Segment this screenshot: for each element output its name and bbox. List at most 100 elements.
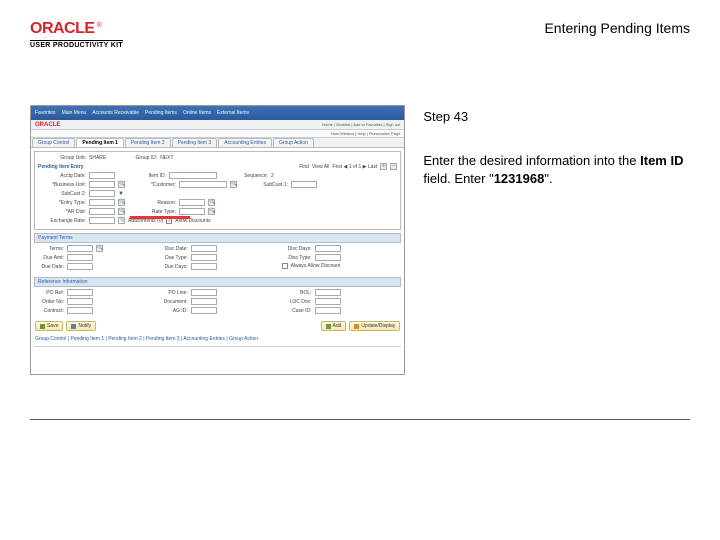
- save-button: Save: [35, 321, 63, 331]
- inp: [67, 245, 93, 252]
- content-area: Favorites Main Menu Accounts Receivable …: [0, 55, 720, 375]
- text-prefix: Enter the desired information into the: [423, 153, 640, 168]
- inp-entry-type: [89, 199, 115, 206]
- oracle-logo: ORACLE ®: [30, 20, 102, 38]
- inp: [191, 289, 217, 296]
- lookup-icon: 🔍: [118, 208, 125, 215]
- lbl-sequence: Sequence:: [220, 173, 268, 179]
- tab-accounting-entries: Accounting Entries: [218, 138, 272, 147]
- val-sequence: 2: [271, 173, 274, 179]
- find-link: Find: [299, 164, 309, 170]
- lbl-caseid: Case ID:: [282, 308, 312, 314]
- app-tabs: Group Control Pending Item 1 Pending Ite…: [31, 138, 404, 148]
- lbl-item-id: Item ID:: [118, 173, 166, 179]
- inp: [67, 263, 93, 270]
- checkbox-icon: [282, 263, 288, 269]
- footer-links: Group Control | Pending Item 1 | Pending…: [31, 334, 404, 344]
- lbl-due-amt: Due Amt:: [34, 255, 64, 261]
- inp-bu: [89, 181, 115, 188]
- inp: [67, 254, 93, 261]
- inp-reason: [179, 199, 205, 206]
- nav-ar: Accounts Receivable: [92, 110, 139, 116]
- lbl-due-days: Due Days:: [158, 264, 188, 270]
- lbl-doc: Document:: [158, 299, 188, 305]
- lbl-poref: PO Ref:: [34, 290, 64, 296]
- lbl-exch-rate: Exchange Rate:: [38, 218, 86, 224]
- lbl-agid: AG ID:: [158, 308, 188, 314]
- entry-title: Pending Item Entry: [38, 164, 84, 170]
- inp-exch-rate: [89, 217, 115, 224]
- lbl-bu: *Business Unit:: [38, 182, 86, 188]
- nav-main: Main Menu: [62, 110, 87, 116]
- step-number: Step 43: [423, 109, 690, 124]
- field-highlight: [130, 216, 190, 219]
- val-group-id: NEXT: [160, 155, 173, 161]
- attach-icon: 📎: [118, 217, 125, 224]
- inp: [315, 254, 341, 261]
- lbl-entry-type: *Entry Type:: [38, 200, 86, 206]
- lbl-rate-type: Rate Type:: [128, 209, 176, 215]
- lbl-terms: Terms:: [34, 246, 64, 252]
- pending-item-section: Group Unit: SHARE Group ID: NEXT Pending…: [34, 151, 401, 230]
- lookup-icon: 🔍: [208, 208, 215, 215]
- lookup-icon: 🔍: [118, 181, 125, 188]
- update-icon: [354, 324, 359, 329]
- payment-terms-body: Terms: 🔍 Due Amt: Due Date: Disc Date: Du…: [31, 243, 404, 274]
- add-icon: [326, 324, 331, 329]
- add-label: Add: [333, 323, 342, 329]
- lbl-due-date: Due Date:: [34, 264, 64, 270]
- inp: [67, 298, 93, 305]
- lbl-acctg-date: Acctg Date:: [38, 173, 86, 179]
- lbl-bol: BOL:: [282, 290, 312, 296]
- inp-rate-type: [179, 208, 205, 215]
- inp: [67, 289, 93, 296]
- inp: [191, 245, 217, 252]
- step-instruction: Enter the desired information into the I…: [423, 152, 690, 187]
- registered-mark: ®: [97, 22, 102, 29]
- lookup-icon: 🔍: [230, 181, 237, 188]
- field-value: 1231968: [494, 171, 545, 186]
- inp-subcust1: [291, 181, 317, 188]
- inp: [191, 263, 217, 270]
- save-icon: [40, 324, 45, 329]
- lbl-contract: Contract:: [34, 308, 64, 314]
- notify-label: Notify: [78, 323, 91, 329]
- lbl-group-unit: Group Unit:: [38, 155, 86, 161]
- lbl-order: Order No:: [34, 299, 64, 305]
- inp-acctg-date: [89, 172, 115, 179]
- tab-group-control: Group Control: [32, 138, 75, 147]
- lbl-disc-type: Disc Type:: [282, 255, 312, 261]
- inp-ardist: [89, 208, 115, 215]
- lbl-subcust1: SubCust 1:: [240, 182, 288, 188]
- lbl-disc-date: Disc Date:: [158, 246, 188, 252]
- inp: [191, 298, 217, 305]
- lbl-reason: Reason:: [128, 200, 176, 206]
- brand-block: ORACLE ® USER PRODUCTIVITY KIT: [30, 20, 123, 49]
- add-button: Add: [321, 321, 347, 331]
- application-screenshot: Favorites Main Menu Accounts Receivable …: [30, 105, 405, 375]
- val-group-unit: SHARE: [89, 155, 106, 161]
- mini-oracle-logo: ORACLE: [35, 122, 60, 128]
- inp: [315, 298, 341, 305]
- inp: [315, 307, 341, 314]
- lookup-icon: 🔍: [96, 245, 103, 252]
- notify-icon: [71, 324, 76, 329]
- document-title: Entering Pending Items: [544, 20, 690, 36]
- page-footer-rule: [30, 419, 690, 420]
- update-label: Update/Display: [361, 323, 395, 329]
- inp-subcust2: [89, 190, 115, 197]
- reference-body: PO Ref: Order No: Contract: PO Line: Doc…: [31, 287, 404, 318]
- expand-arrow-icon: ▼: [118, 191, 124, 197]
- lbl-always-disc: Always Allow Discount: [291, 263, 341, 269]
- nav-pending: Pending Items: [145, 110, 177, 116]
- instruction-panel: Step 43 Enter the desired information in…: [423, 105, 690, 187]
- brand-text: ORACLE: [30, 20, 95, 38]
- nav-text: First ◀ 1 of 1 ▶ Last: [332, 164, 377, 170]
- add-row-icon: +: [380, 163, 387, 170]
- inp: [191, 307, 217, 314]
- tab-pending-item-1: Pending Item 1: [76, 138, 124, 147]
- app-brandbar: ORACLE Home | Worklist | Add to Favorite…: [31, 120, 404, 130]
- inp-item-id: [169, 172, 217, 179]
- app-topbar: Favorites Main Menu Accounts Receivable …: [31, 106, 404, 120]
- viewall-link: View All: [312, 164, 329, 170]
